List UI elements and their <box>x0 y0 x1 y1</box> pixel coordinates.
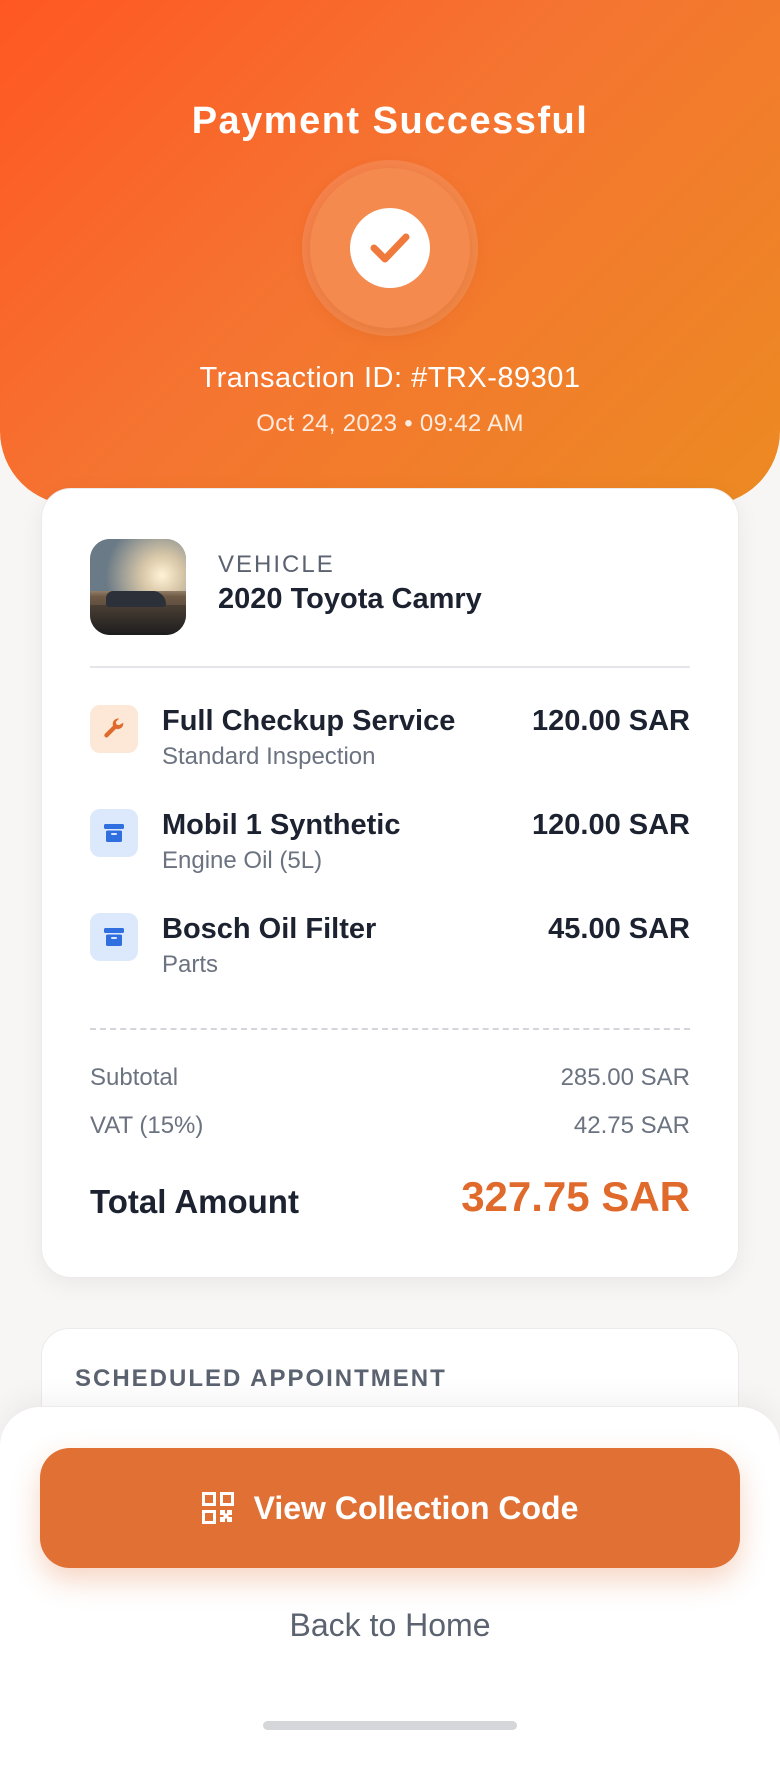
subtotal-row: Subtotal 285.00 SAR <box>90 1064 690 1092</box>
wrench-icon <box>90 705 138 753</box>
vat-value: 42.75 SAR <box>573 1112 690 1139</box>
item-subtitle: Engine Oil (5L) <box>162 847 323 874</box>
line-item: Full Checkup Service Standard Inspection… <box>90 705 690 785</box>
payment-success-header: Payment Successful Transaction ID: #TRX-… <box>0 0 780 505</box>
checkmark-icon <box>350 208 430 288</box>
back-to-home-button[interactable]: Back to Home <box>0 1607 780 1644</box>
divider <box>90 666 690 668</box>
line-item: Mobil 1 Synthetic Engine Oil (5L) 120.00… <box>90 809 690 889</box>
total-label: Total Amount <box>90 1183 299 1220</box>
item-price: 120.00 SAR <box>532 705 690 737</box>
item-subtitle: Parts <box>162 951 219 978</box>
receipt-card: VEHICLE 2020 Toyota Camry Full Checkup S… <box>41 488 739 1278</box>
line-item: Bosch Oil Filter Parts 45.00 SAR <box>90 913 690 993</box>
archive-box-icon <box>90 809 138 857</box>
view-collection-code-label: View Collection Code <box>253 1489 579 1526</box>
appointment-title: SCHEDULED APPOINTMENT <box>75 1365 447 1392</box>
item-name: Mobil 1 Synthetic <box>162 809 401 841</box>
home-indicator <box>263 1721 517 1730</box>
qr-code-icon <box>201 1492 234 1524</box>
vat-row: VAT (15%) 42.75 SAR <box>90 1112 690 1140</box>
archive-box-icon <box>90 913 138 961</box>
transaction-id: Transaction ID: #TRX-89301 <box>199 362 581 394</box>
view-collection-code-button[interactable]: View Collection Code <box>40 1448 740 1568</box>
item-price: 120.00 SAR <box>532 809 690 841</box>
vehicle-name: 2020 Toyota Camry <box>218 583 482 615</box>
vehicle-thumbnail <box>90 539 186 635</box>
item-name: Bosch Oil Filter <box>162 913 377 945</box>
item-price: 45.00 SAR <box>548 913 690 945</box>
vehicle-label: VEHICLE <box>218 551 335 578</box>
total-value: 327.75 SAR <box>461 1173 690 1220</box>
vat-label: VAT (15%) <box>90 1112 204 1139</box>
subtotal-value: 285.00 SAR <box>560 1064 690 1091</box>
item-subtitle: Standard Inspection <box>162 743 376 770</box>
action-sheet: View Collection Code Back to Home <box>0 1406 780 1768</box>
subtotal-label: Subtotal <box>90 1064 179 1091</box>
item-name: Full Checkup Service <box>162 705 456 737</box>
success-badge <box>302 160 478 336</box>
page-title: Payment Successful <box>191 100 589 142</box>
transaction-datetime: Oct 24, 2023 • 09:42 AM <box>256 410 524 437</box>
dashed-divider <box>90 1028 690 1030</box>
